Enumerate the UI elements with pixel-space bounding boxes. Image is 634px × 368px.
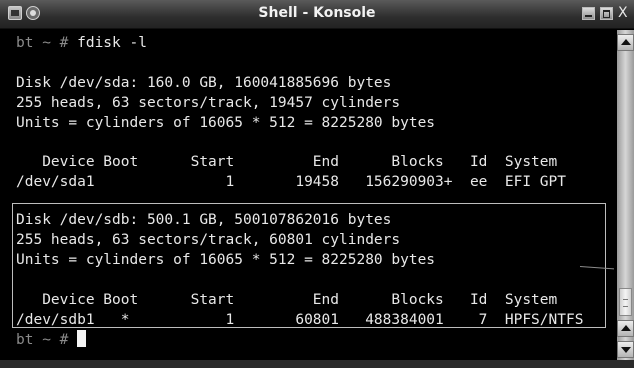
sda-table-header: Device Boot Start End Blocks Id System xyxy=(16,154,558,170)
scrollbar-thumb[interactable] xyxy=(619,288,632,316)
sda-units-line: Units = cylinders of 16065 * 512 = 82252… xyxy=(16,115,436,131)
sda-geometry-line: 255 heads, 63 sectors/track, 19457 cylin… xyxy=(16,95,401,111)
title-bar[interactable]: Shell - Konsole X xyxy=(0,0,634,29)
vertical-scrollbar[interactable] xyxy=(617,30,634,360)
konsole-window: Shell - Konsole X bt ~ # fdisk -l Disk /… xyxy=(0,0,634,368)
close-button[interactable]: X xyxy=(618,4,632,22)
sda1-partition-row: /dev/sda1 1 19458 156290903+ ee EFI GPT xyxy=(16,174,566,190)
maximize-button[interactable] xyxy=(600,7,613,20)
highlight-box xyxy=(12,203,606,328)
current-prompt-line[interactable]: bt ~ # xyxy=(16,330,87,350)
scroll-up-arrow-icon[interactable] xyxy=(617,34,634,51)
shell-prompt: bt ~ # xyxy=(16,332,78,348)
shell-prompt: bt ~ # xyxy=(16,35,78,51)
sda-disk-line: Disk /dev/sda: 160.0 GB, 160041885696 by… xyxy=(16,75,392,91)
terminal-output[interactable]: bt ~ # fdisk -l Disk /dev/sda: 160.0 GB,… xyxy=(8,30,614,360)
window-title: Shell - Konsole xyxy=(258,5,376,21)
command-line: bt ~ # fdisk -l xyxy=(16,33,147,53)
command-text: fdisk -l xyxy=(77,35,147,51)
scroll-down-arrow-icon[interactable] xyxy=(617,341,634,358)
text-cursor xyxy=(77,330,87,347)
minimize-button[interactable] xyxy=(582,7,595,20)
window-bottom-edge xyxy=(0,360,634,368)
scroll-up-arrow-icon[interactable] xyxy=(617,320,634,337)
